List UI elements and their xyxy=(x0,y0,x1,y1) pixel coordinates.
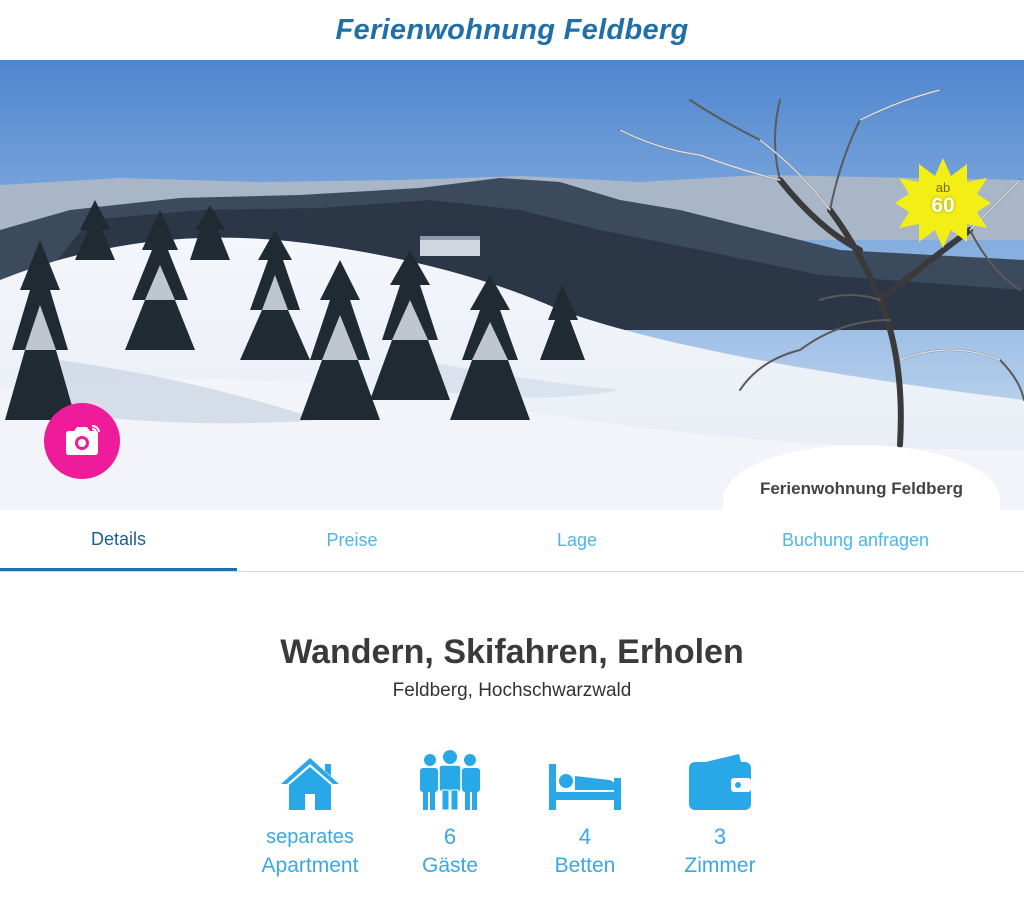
bed-icon xyxy=(549,764,621,810)
wallet-icon xyxy=(689,754,751,810)
hero-caption-text: Ferienwohnung Feldberg xyxy=(759,479,964,498)
details-section: Wandern, Skifahren, Erholen Feldberg, Ho… xyxy=(0,632,1024,912)
site-header: Ferienwohnung Feldberg xyxy=(0,0,1024,60)
price-prefix: ab xyxy=(935,180,951,195)
feature-beds: 4 Betten xyxy=(520,752,650,880)
tab-lage[interactable]: Lage xyxy=(467,510,687,571)
camera-icon xyxy=(66,425,100,455)
tab-bar: Details Preise Lage Buchung anfragen xyxy=(0,510,1024,572)
tab-preise[interactable]: Preise xyxy=(237,510,467,571)
feature-rooms-label: Zimmer xyxy=(684,854,756,877)
feature-beds-label: Betten xyxy=(554,854,616,877)
price-badge: ab 60 xyxy=(895,158,991,248)
tab-buchung-anfragen[interactable]: Buchung anfragen xyxy=(687,510,1024,571)
gallery-button[interactable] xyxy=(44,403,120,479)
location-text: Feldberg, Hochschwarzwald xyxy=(392,680,632,701)
site-title[interactable]: Ferienwohnung Feldberg xyxy=(336,14,689,47)
feature-list: separates Apartment 6 Gäste 4 Betten 3 Z… xyxy=(0,750,1024,912)
winter-landscape-photo xyxy=(0,60,1024,510)
tab-details[interactable]: Details xyxy=(0,510,237,571)
feature-rooms: 3 Zimmer xyxy=(655,752,785,880)
feature-beds-count: 4 xyxy=(578,824,592,849)
hero-image: ab 60 Ferienwohnung Feldberg xyxy=(0,60,1024,510)
feature-apartment-line2: Apartment xyxy=(261,854,359,877)
price-value: 60 xyxy=(931,194,955,217)
headline: Wandern, Skifahren, Erholen xyxy=(280,633,744,671)
guests-icon xyxy=(420,750,480,810)
feature-guests-count: 6 xyxy=(443,824,457,849)
feature-guests-label: Gäste xyxy=(421,854,479,877)
house-icon xyxy=(281,758,339,810)
feature-rooms-count: 3 xyxy=(713,824,727,849)
feature-guests: 6 Gäste xyxy=(385,750,515,880)
feature-apartment-line1: separates xyxy=(266,826,354,848)
feature-apartment: separates Apartment xyxy=(245,752,375,880)
